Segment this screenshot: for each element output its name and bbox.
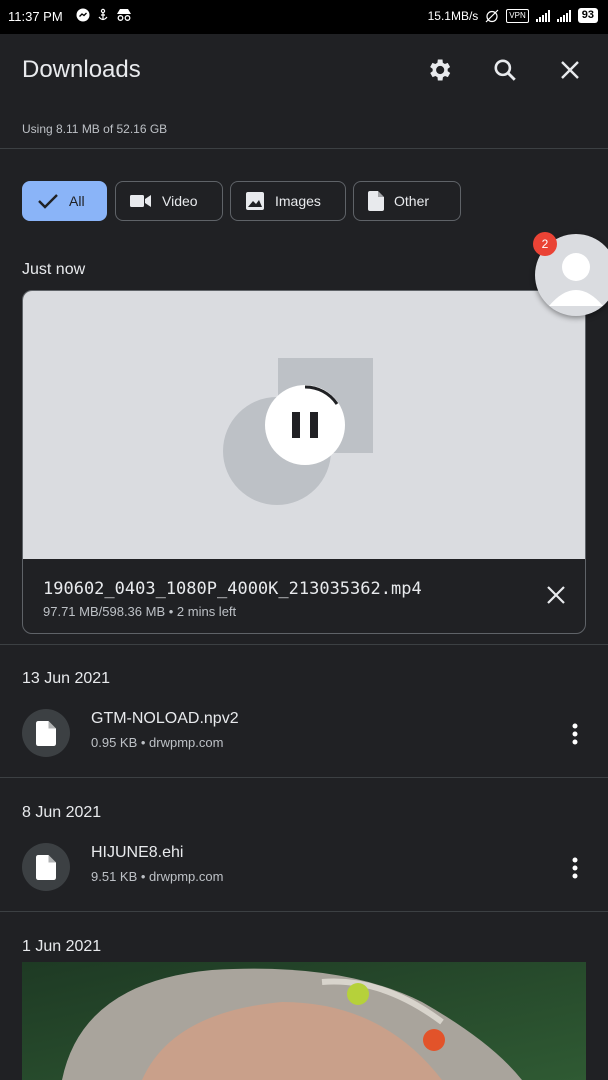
top-app-bar: Downloads [0, 34, 608, 106]
file-name[interactable]: GTM-NOLOAD.npv2 [91, 710, 239, 728]
active-download-card[interactable]: 190602_0403_1080P_4000K_213035362.mp4 97… [22, 290, 586, 634]
status-bar: 11:37 PM 15.1MB/s VPN 93 [0, 0, 608, 34]
video-icon [130, 195, 151, 207]
photo-preview [22, 962, 586, 1080]
filter-chip-video[interactable]: Video [115, 181, 223, 221]
more-options-button[interactable] [560, 850, 590, 886]
network-speed: 15.1MB/s [427, 8, 479, 23]
filter-chip-label: All [69, 193, 85, 209]
section-header-just-now: Just now [22, 261, 86, 278]
file-type-icon [22, 843, 70, 891]
close-button[interactable] [552, 52, 588, 88]
filter-chip-other[interactable]: Other [353, 181, 461, 221]
alarm-off-icon [485, 9, 499, 22]
filter-chip-label: Video [162, 193, 198, 209]
image-thumbnail[interactable] [22, 962, 586, 1080]
section-header-date: 13 Jun 2021 [22, 670, 111, 687]
vpn-badge: VPN [506, 8, 529, 23]
filter-chip-label: Images [275, 193, 321, 209]
divider [0, 777, 608, 778]
gear-icon [430, 59, 451, 81]
pause-button[interactable] [264, 384, 346, 466]
incognito-icon [117, 9, 131, 21]
settings-button[interactable] [421, 52, 457, 88]
signal-icon-2 [556, 9, 571, 22]
cancel-download-button[interactable] [541, 580, 571, 610]
file-name[interactable]: HIJUNE8.ehi [91, 844, 183, 862]
search-icon [494, 59, 516, 81]
file-icon [368, 191, 384, 211]
file-meta: 0.95 KB • drwpmp.com [91, 735, 224, 750]
more-vert-icon [572, 723, 578, 745]
file-meta: 9.51 KB • drwpmp.com [91, 869, 224, 884]
download-progress-text: 97.71 MB/598.36 MB • 2 mins left [43, 604, 237, 619]
filter-chip-label: Other [394, 193, 430, 209]
pause-icon [265, 385, 345, 465]
filter-chip-all[interactable]: All [22, 181, 107, 221]
close-icon [547, 586, 565, 604]
anchor-icon [98, 8, 108, 21]
close-icon [561, 61, 579, 79]
filter-chip-images[interactable]: Images [230, 181, 346, 221]
notification-badge: 2 [533, 232, 557, 256]
more-vert-icon [572, 857, 578, 879]
image-icon [246, 192, 264, 210]
section-header-date: 1 Jun 2021 [22, 938, 102, 955]
file-icon [36, 720, 56, 746]
file-type-icon [22, 709, 70, 757]
file-icon [36, 854, 56, 880]
check-icon [38, 194, 58, 209]
battery-level: 93 [577, 8, 598, 23]
search-button[interactable] [487, 52, 523, 88]
status-time: 11:37 PM [8, 9, 63, 24]
divider [0, 148, 608, 149]
messenger-icon [76, 8, 90, 22]
more-options-button[interactable] [560, 716, 590, 752]
storage-usage: Using 8.11 MB of 52.16 GB [22, 122, 168, 136]
divider [0, 911, 608, 912]
page-title: Downloads [22, 56, 141, 83]
download-filename: 190602_0403_1080P_4000K_213035362.mp4 [43, 579, 422, 599]
section-header-date: 8 Jun 2021 [22, 804, 102, 821]
signal-icon [535, 9, 550, 22]
divider [0, 644, 608, 645]
